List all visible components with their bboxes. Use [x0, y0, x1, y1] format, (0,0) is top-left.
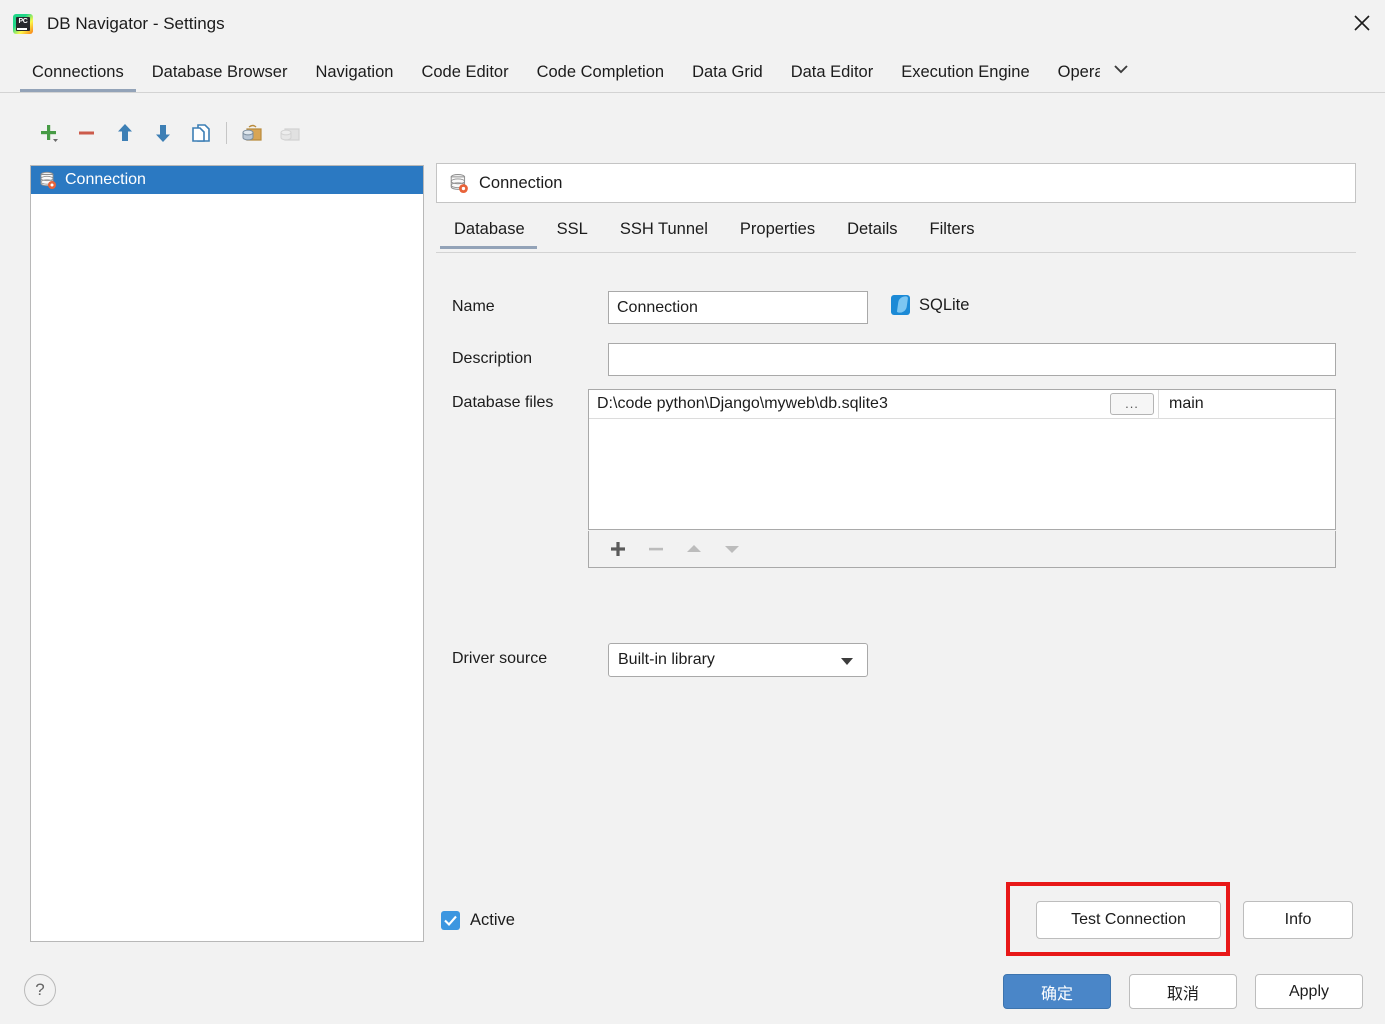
connection-detail-title: Connection — [479, 173, 563, 192]
tab-ssl[interactable]: SSL — [541, 215, 604, 249]
tab-navigation[interactable]: Navigation — [301, 56, 407, 92]
name-input[interactable] — [608, 291, 868, 324]
browse-file-button[interactable]: ... — [1110, 393, 1154, 415]
driver-source-label: Driver source — [452, 650, 548, 667]
file-schema-cell[interactable]: main — [1159, 390, 1335, 418]
triangle-down-icon — [725, 546, 739, 553]
connection-list[interactable]: Connection — [30, 165, 424, 942]
tab-connections[interactable]: Connections — [18, 56, 138, 92]
database-settings-icon — [450, 173, 468, 193]
chevron-down-icon[interactable] — [1110, 62, 1132, 79]
database-files-table[interactable]: D:\code python\Django\myweb\db.sqlite3 .… — [588, 389, 1336, 530]
tab-filters[interactable]: Filters — [914, 215, 991, 249]
test-connection-button[interactable]: Test Connection — [1036, 901, 1221, 939]
remove-connection-button[interactable] — [68, 117, 106, 149]
database-files-toolbar — [588, 531, 1336, 568]
subtab-strip-divider — [436, 252, 1356, 253]
export-connection-button — [271, 117, 309, 149]
arrow-up-icon — [118, 124, 132, 141]
toolbar-divider — [226, 122, 227, 144]
remove-file-button — [637, 535, 675, 563]
move-file-down-button — [713, 535, 751, 563]
sqlite-feather-icon — [891, 295, 910, 315]
move-file-up-button — [675, 535, 713, 563]
active-checkbox-row[interactable]: Active — [441, 911, 515, 930]
check-icon — [444, 915, 457, 927]
import-database-icon — [242, 124, 262, 141]
close-icon[interactable] — [1339, 0, 1385, 46]
tab-database-browser[interactable]: Database Browser — [138, 56, 302, 92]
info-button[interactable]: Info — [1243, 901, 1353, 939]
import-connection-button[interactable] — [233, 117, 271, 149]
copy-icon — [192, 124, 210, 142]
database-type-badge: SQLite — [891, 295, 969, 315]
connection-detail-header: Connection — [436, 163, 1356, 203]
tab-details[interactable]: Details — [831, 215, 913, 249]
active-checkbox[interactable] — [441, 911, 460, 930]
file-path-cell[interactable]: D:\code python\Django\myweb\db.sqlite3 .… — [589, 390, 1159, 418]
tab-properties[interactable]: Properties — [724, 215, 831, 249]
chevron-down-icon — [841, 658, 853, 665]
connection-subtab-strip: Database SSL SSH Tunnel Properties Detai… — [436, 215, 1356, 253]
add-file-button[interactable] — [599, 535, 637, 563]
file-path-text: D:\code python\Django\myweb\db.sqlite3 — [597, 395, 888, 412]
apply-button[interactable]: Apply — [1255, 974, 1363, 1009]
minus-icon — [79, 131, 94, 135]
help-icon[interactable]: ? — [24, 974, 56, 1006]
cancel-button[interactable]: 取消 — [1129, 974, 1237, 1009]
tab-strip-divider — [0, 92, 1385, 93]
tab-code-completion[interactable]: Code Completion — [523, 56, 679, 92]
window-title: DB Navigator - Settings — [47, 14, 225, 33]
tab-code-editor[interactable]: Code Editor — [407, 56, 522, 92]
ok-button[interactable]: 确定 — [1003, 974, 1111, 1009]
driver-source-select[interactable]: Built-in library — [608, 643, 868, 677]
tab-data-grid[interactable]: Data Grid — [678, 56, 777, 92]
database-type-label: SQLite — [919, 295, 970, 314]
database-settings-icon — [40, 171, 56, 189]
duplicate-connection-button[interactable] — [182, 117, 220, 149]
description-input[interactable] — [608, 343, 1336, 376]
plus-icon — [611, 542, 625, 556]
driver-source-value: Built-in library — [618, 651, 715, 668]
minus-icon — [649, 547, 663, 551]
tab-data-editor[interactable]: Data Editor — [777, 56, 888, 92]
table-row[interactable]: D:\code python\Django\myweb\db.sqlite3 .… — [589, 390, 1335, 419]
database-files-label: Database files — [452, 394, 554, 411]
tab-database[interactable]: Database — [436, 215, 541, 249]
connection-list-toolbar — [30, 112, 430, 154]
move-up-button[interactable] — [106, 117, 144, 149]
plus-icon — [41, 125, 56, 140]
title-bar: PC DB Navigator - Settings — [0, 0, 1385, 48]
pycharm-icon: PC — [13, 14, 33, 34]
description-label: Description — [452, 350, 533, 367]
pycharm-icon-text: PC — [16, 16, 30, 30]
arrow-down-icon — [156, 125, 170, 142]
triangle-up-icon — [687, 545, 701, 552]
name-label: Name — [452, 298, 495, 315]
add-connection-button[interactable] — [30, 117, 68, 149]
tab-operations[interactable]: Opera — [1044, 56, 1100, 92]
tab-execution-engine[interactable]: Execution Engine — [887, 56, 1043, 92]
move-down-button[interactable] — [144, 117, 182, 149]
list-item[interactable]: Connection — [31, 166, 423, 194]
list-item-label: Connection — [65, 171, 146, 188]
export-database-icon — [280, 128, 300, 141]
tab-ssh-tunnel[interactable]: SSH Tunnel — [604, 215, 724, 249]
active-checkbox-label: Active — [470, 911, 515, 929]
